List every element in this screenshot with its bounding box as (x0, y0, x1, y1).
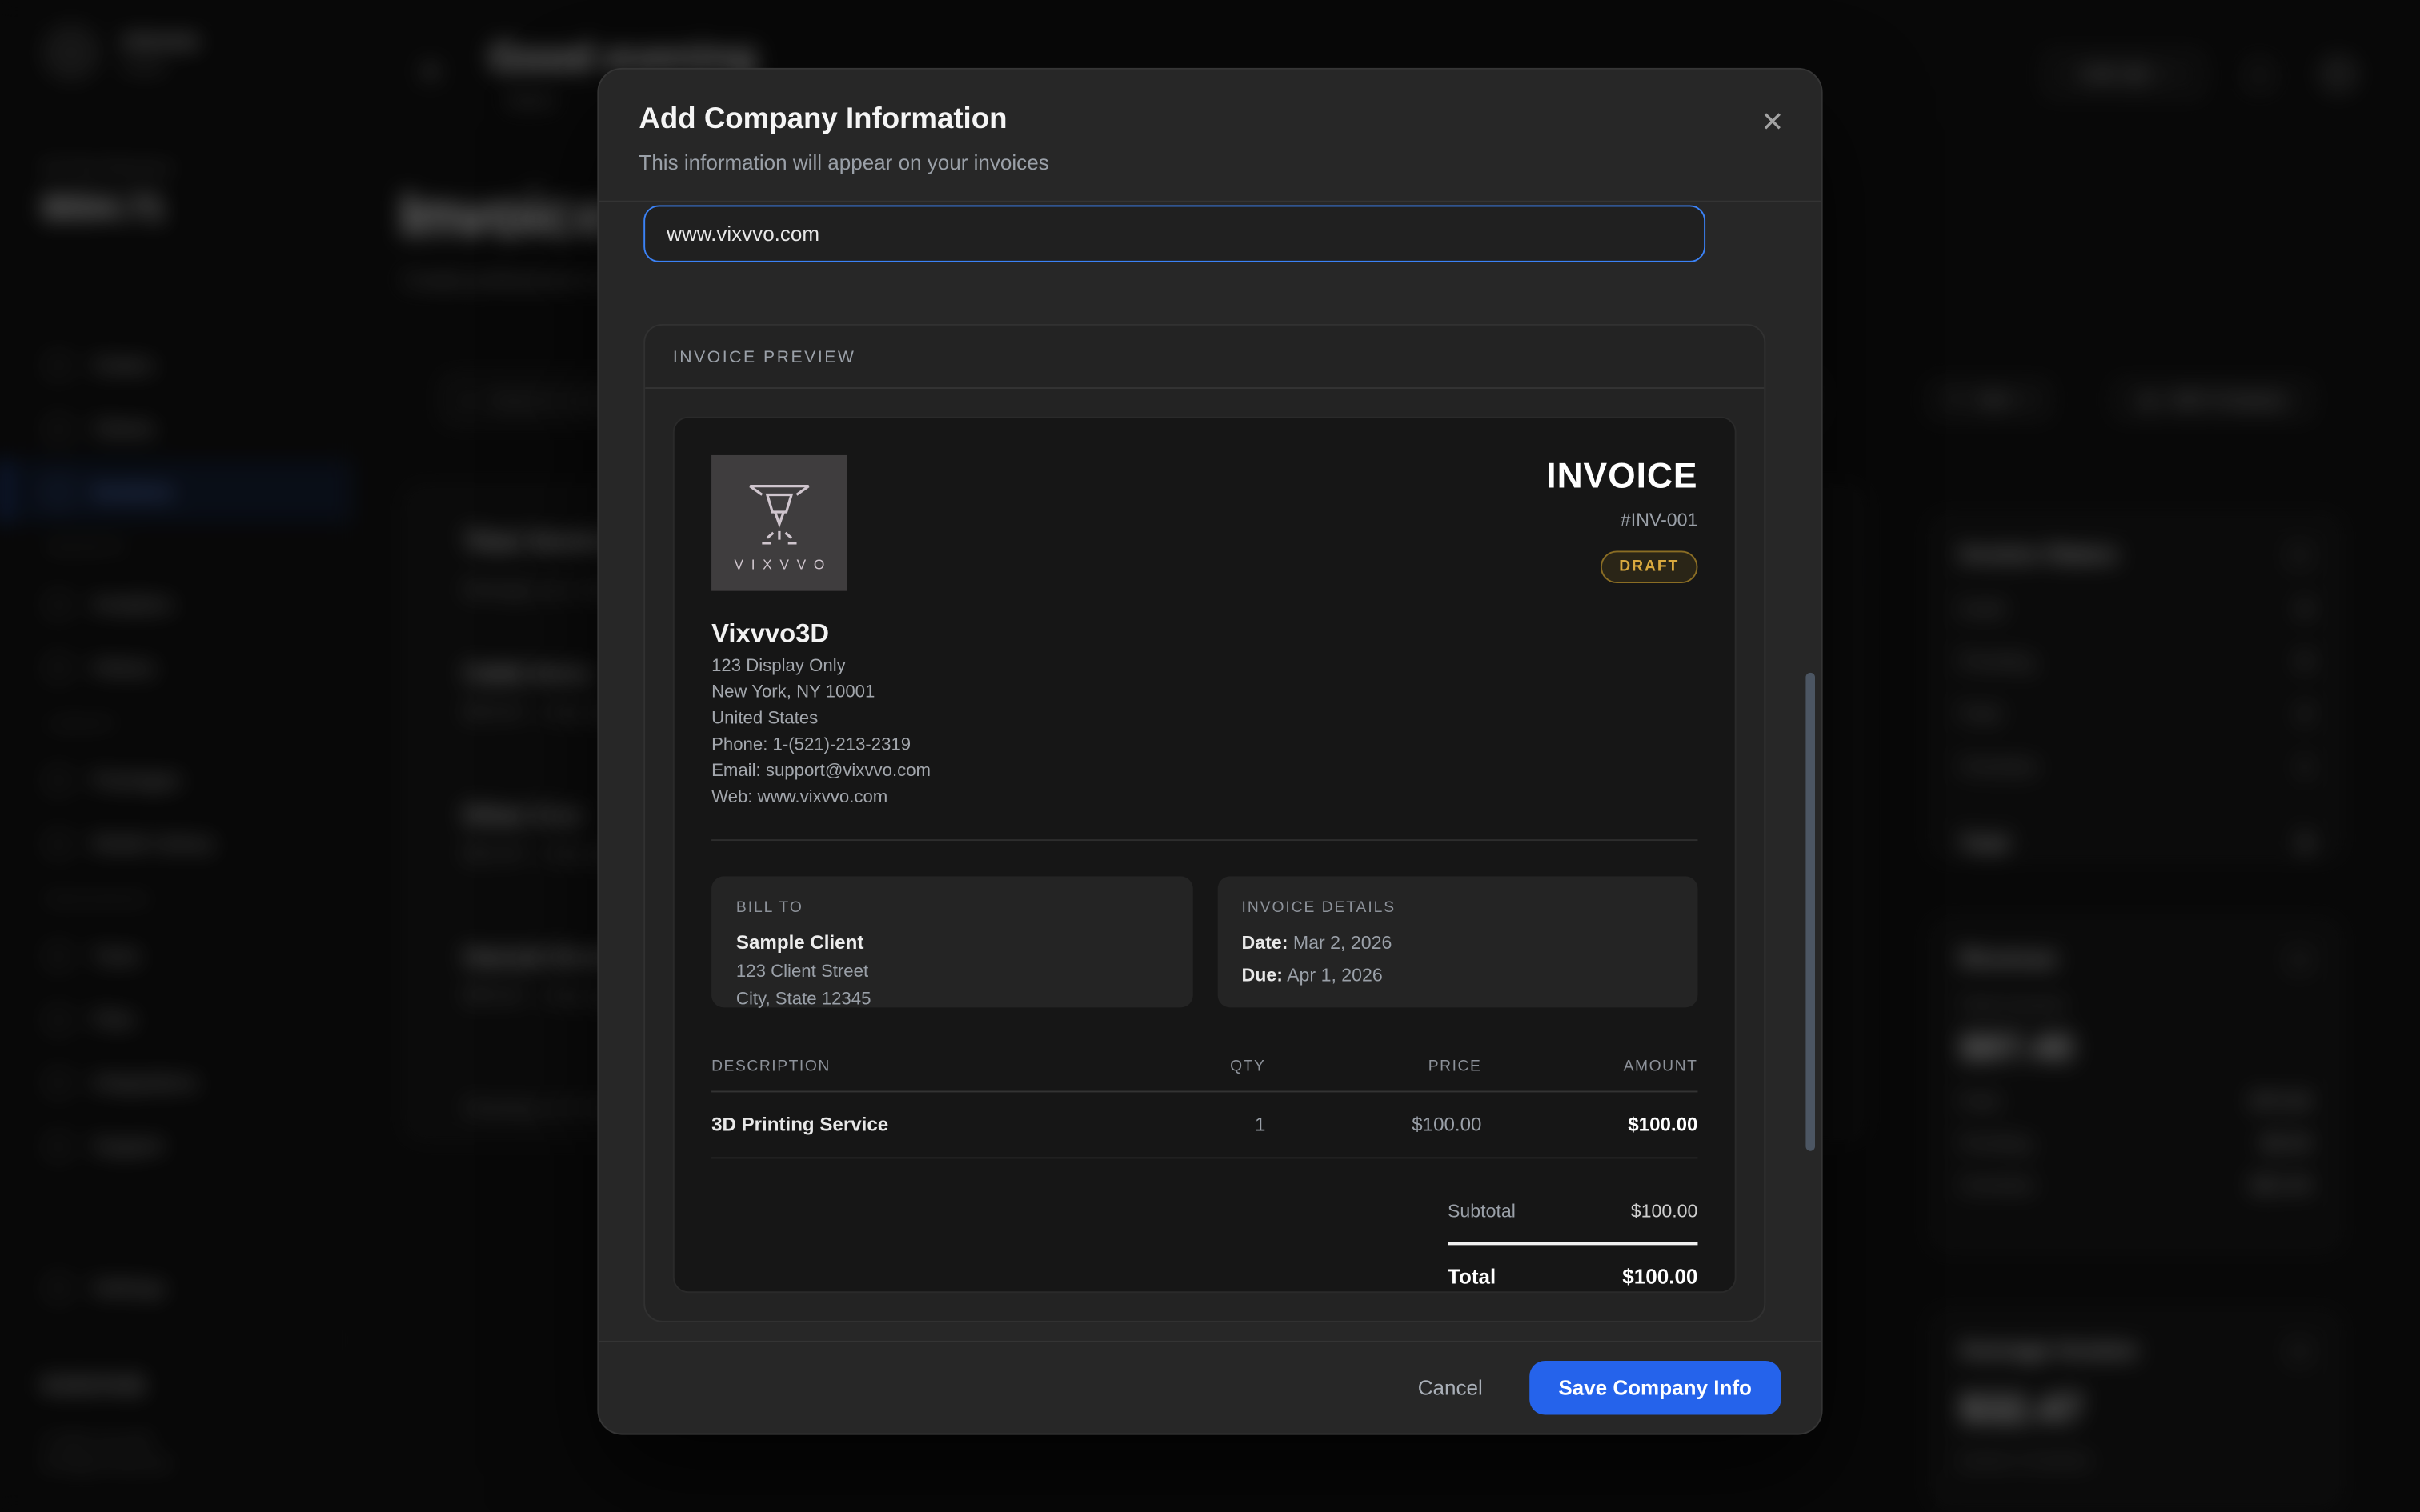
invoice-number: #INV-001 (1546, 509, 1697, 530)
total-label: Total (1448, 1265, 1496, 1288)
add-company-modal: Add Company Information This information… (597, 68, 1822, 1435)
invoice-preview-section: INVOICE PREVIEW (643, 324, 1765, 1322)
modal-scrollbar[interactable] (1805, 673, 1815, 1151)
company-name: Vixvvo3D (711, 618, 1697, 650)
col-description: DESCRIPTION (711, 1058, 1173, 1075)
col-amount: AMOUNT (1481, 1058, 1697, 1075)
company-phone: Phone: 1-(521)-213-2319 (711, 736, 1697, 754)
total-value: $100.00 (1622, 1265, 1697, 1288)
modal-title: Add Company Information (639, 103, 1781, 137)
company-address-3: United States (711, 710, 1697, 728)
line-items-table: DESCRIPTION QTY PRICE AMOUNT 3D Printing… (711, 1058, 1697, 1158)
website-field[interactable] (643, 205, 1705, 262)
bill-to-line-1: 123 Client Street (736, 962, 1168, 981)
item-price: $100.00 (1265, 1114, 1481, 1135)
company-address-1: 123 Display Only (711, 658, 1697, 676)
subtotal-value: $100.00 (1631, 1200, 1698, 1222)
bill-to-label: BILL TO (736, 899, 1168, 916)
close-icon[interactable]: ✕ (1761, 106, 1784, 138)
invoice-due: Due: Apr 1, 2026 (1242, 964, 1673, 986)
printer-nozzle-icon (736, 474, 823, 554)
bill-to-line-2: City, State 12345 (736, 990, 1168, 1009)
modal-body: INVOICE PREVIEW (599, 204, 1821, 1341)
bill-to-name: Sample Client (736, 932, 1168, 954)
cancel-button[interactable]: Cancel (1418, 1376, 1483, 1399)
item-amount: $100.00 (1481, 1114, 1697, 1135)
status-badge: DRAFT (1601, 550, 1697, 582)
company-email: Email: support@vixvvo.com (711, 762, 1697, 781)
invoice-divider (711, 839, 1697, 841)
app-screen: vixvvo Studio All Time Revenue $554.71 O… (0, 0, 2420, 1512)
totals-block: Subtotal $100.00 Total $100.00 (1448, 1200, 1697, 1288)
logo-wordmark: VIXVVO (734, 557, 831, 572)
save-company-info-button[interactable]: Save Company Info (1529, 1361, 1781, 1415)
company-logo: VIXVVO (711, 455, 847, 591)
subtotal-label: Subtotal (1448, 1200, 1516, 1222)
invoice-details-label: INVOICE DETAILS (1242, 899, 1673, 916)
line-item-row: 3D Printing Service 1 $100.00 $100.00 (711, 1092, 1697, 1158)
bill-to-box: BILL TO Sample Client 123 Client Street … (711, 876, 1192, 1007)
invoice-details-box: INVOICE DETAILS Date: Mar 2, 2026 Due: A… (1217, 876, 1698, 1007)
col-qty: QTY (1173, 1058, 1266, 1075)
invoice-preview-label: INVOICE PREVIEW (645, 326, 1764, 389)
invoice-document: VIXVVO INVOICE #INV-001 DRAFT Vixvvo3D 1… (673, 417, 1737, 1293)
col-price: PRICE (1265, 1058, 1481, 1075)
modal-footer: Cancel Save Company Info (599, 1341, 1821, 1434)
modal-header: Add Company Information This information… (599, 70, 1821, 202)
invoice-date: Date: Mar 2, 2026 (1242, 932, 1673, 954)
modal-subtitle: This information will appear on your inv… (639, 151, 1781, 174)
company-address-2: New York, NY 10001 (711, 683, 1697, 702)
company-web: Web: www.vixvvo.com (711, 788, 1697, 806)
totals-divider (1448, 1242, 1697, 1245)
item-qty: 1 (1173, 1114, 1266, 1135)
item-description: 3D Printing Service (711, 1114, 1173, 1135)
invoice-doc-title: INVOICE (1546, 455, 1697, 497)
